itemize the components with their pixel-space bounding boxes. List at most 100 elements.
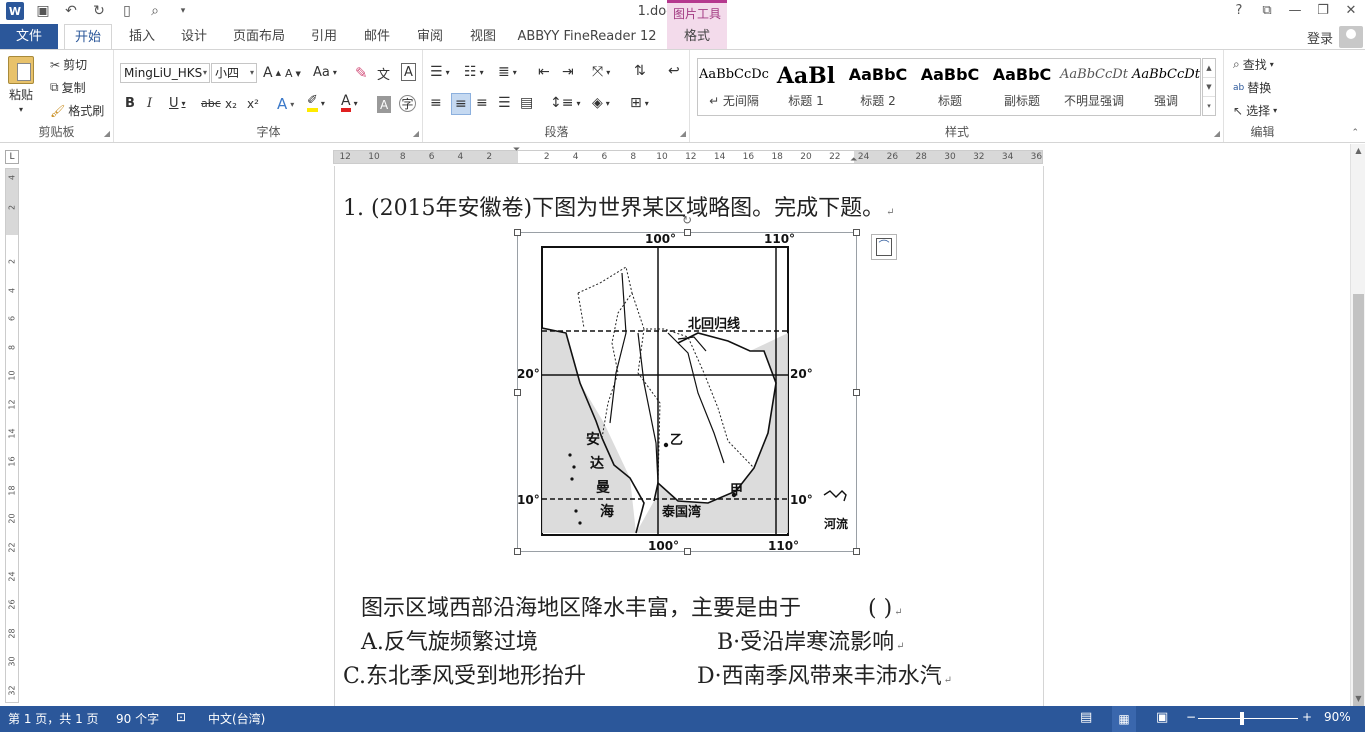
align-left-button[interactable]: ≡ — [430, 95, 442, 111]
shading-button[interactable]: ◈ ▾ — [592, 95, 610, 111]
page-count[interactable]: 第 1 页，共 1 页 — [8, 710, 99, 727]
show-marks-button[interactable]: ↩ — [668, 63, 680, 79]
format-painter-button[interactable]: 🖌 格式刷 — [50, 102, 104, 119]
close-button[interactable]: ✕ — [1337, 0, 1365, 24]
multilevel-list-button[interactable]: ≣ ▾ — [498, 64, 517, 80]
copy-button[interactable]: ⧉ 复制 — [50, 79, 86, 96]
restore-button[interactable]: ❐ — [1309, 0, 1337, 24]
distributed-button[interactable]: ▤ — [520, 95, 533, 111]
sort-button[interactable]: ⇅ — [634, 63, 646, 79]
tab-file[interactable]: 文件 — [0, 24, 58, 49]
align-right-button[interactable]: ≡ — [476, 95, 488, 111]
font-size-combo[interactable]: 小四 ▾ — [211, 63, 257, 83]
resize-handle-sw[interactable] — [514, 548, 521, 555]
vertical-ruler[interactable]: 4 2 2 4 6 8 10 12 14 16 18 20 22 24 26 28 30 32 — [5, 168, 19, 703]
justify-button[interactable]: ☰ — [498, 95, 511, 111]
tab-insert[interactable]: 插入 — [120, 24, 164, 49]
shrink-font-button[interactable]: A ▼ — [285, 67, 301, 80]
login-link[interactable]: 登录 — [1307, 28, 1333, 47]
zoom-level[interactable]: 90% — [1324, 710, 1351, 724]
document-page[interactable]: 1. (2015年安徽卷)下图为世界某区域略图。完成下题。 ↵ 100° 110… — [334, 166, 1044, 706]
option-d-line[interactable]: D·西南季风带来丰沛水汽 ↵ — [697, 658, 952, 690]
font-color-button[interactable]: A ▾ — [341, 94, 358, 112]
rotate-handle-icon[interactable]: ↻ — [682, 213, 692, 227]
subscript-button[interactable]: x₂ — [225, 97, 237, 111]
read-mode-icon[interactable]: ▤ — [1080, 710, 1092, 725]
chinese-layout-button[interactable]: ⤧ ▾ — [592, 64, 610, 80]
help-button[interactable]: ? — [1225, 0, 1253, 24]
tab-picture-format[interactable]: 格式 — [667, 24, 727, 49]
align-center-button[interactable]: ≡ — [451, 93, 471, 115]
redo-icon[interactable]: ↻ — [90, 3, 108, 19]
style-heading-1[interactable]: AaBl 标题 1 — [770, 59, 842, 115]
zoom-slider[interactable] — [1198, 718, 1298, 719]
avatar[interactable] — [1339, 26, 1363, 48]
zoom-slider-thumb[interactable] — [1240, 712, 1244, 725]
scroll-up-icon[interactable]: ▲ — [1351, 144, 1365, 158]
chevron-down-icon[interactable]: ▼ — [1203, 78, 1215, 97]
new-document-icon[interactable]: ▯ — [118, 3, 136, 19]
clear-formatting-button[interactable]: ✎ — [355, 64, 368, 82]
document-area[interactable]: 1. (2015年安徽卷)下图为世界某区域略图。完成下题。 ↵ 100° 110… — [24, 166, 1350, 706]
phonetic-guide-button[interactable]: 文 — [377, 64, 390, 83]
enclose-characters-button[interactable]: 字 — [399, 95, 416, 112]
italic-button[interactable]: I — [147, 96, 152, 111]
dialog-launcher-icon[interactable]: ◢ — [413, 129, 419, 138]
resize-handle-n[interactable] — [684, 229, 691, 236]
style-emphasis[interactable]: AaBbCcDt 强调 — [1130, 59, 1202, 115]
horizontal-ruler[interactable]: ⏷ ⏶ 12 10 8 6 4 2 2 4 6 8 10 12 14 16 18 20 22 24 26 28 30 32… — [333, 145, 1043, 165]
gallery-more-icon[interactable]: ▾ — [1203, 97, 1215, 115]
resize-handle-nw[interactable] — [514, 229, 521, 236]
dialog-launcher-icon[interactable]: ◢ — [1214, 129, 1220, 138]
select-button[interactable]: ↖ 选择 ▾ — [1233, 102, 1277, 119]
increase-indent-button[interactable]: ⇥ — [562, 64, 574, 80]
zoom-out-icon[interactable]: − — [1186, 710, 1196, 724]
map-picture[interactable]: 100° 110° 100° 110° 20° 20° 10° 10° 北回归线… — [514, 213, 860, 555]
tab-references[interactable]: 引用 — [302, 24, 346, 49]
styles-gallery-scroll[interactable]: ▲ ▼ ▾ — [1202, 58, 1216, 116]
tab-abbyy-finereader[interactable]: ABBYY FineReader 12 — [515, 24, 659, 49]
dialog-launcher-icon[interactable]: ◢ — [104, 129, 110, 138]
customize-qat-icon[interactable]: ▾ — [174, 6, 192, 16]
change-case-button[interactable]: Aa ▾ — [313, 65, 337, 80]
print-layout-icon[interactable]: ▦ — [1112, 706, 1136, 732]
dialog-launcher-icon[interactable]: ◢ — [680, 129, 686, 138]
text-effects-button[interactable]: A ▾ — [277, 95, 294, 113]
web-layout-icon[interactable]: ▣ — [1156, 710, 1168, 725]
word-count[interactable]: 90 个字 — [116, 710, 159, 727]
resize-handle-se[interactable] — [853, 548, 860, 555]
undo-icon[interactable]: ↶ — [62, 3, 80, 19]
tab-mailings[interactable]: 邮件 — [355, 24, 399, 49]
ribbon-display-button[interactable]: ⧉ — [1253, 0, 1281, 24]
style-title[interactable]: AaBbC 标题 — [914, 59, 986, 115]
vertical-scrollbar[interactable]: ▲ ▼ — [1350, 144, 1365, 706]
underline-button[interactable]: U ▾ — [169, 96, 186, 111]
replace-button[interactable]: ab 替换 — [1233, 79, 1271, 96]
language-indicator[interactable]: 中文(台湾) — [208, 710, 265, 727]
tab-view[interactable]: 视图 — [461, 24, 505, 49]
tab-selector[interactable]: L — [5, 150, 19, 164]
scroll-down-icon[interactable]: ▼ — [1351, 692, 1365, 706]
character-border-button[interactable]: A — [401, 63, 416, 81]
style-no-spacing[interactable]: AaBbCcDc ↵ 无间隔 — [698, 59, 770, 115]
question-line[interactable]: 1. (2015年安徽卷)下图为世界某区域略图。完成下题。 ↵ — [343, 190, 895, 222]
option-a-line[interactable]: A.反气旋频繁过境 — [361, 624, 538, 656]
numbering-button[interactable]: ☷ ▾ — [464, 64, 484, 80]
bold-button[interactable]: B — [125, 96, 135, 111]
scrollbar-thumb[interactable] — [1353, 294, 1364, 706]
highlight-button[interactable]: ✐ ▾ — [307, 94, 325, 112]
word-logo-icon[interactable]: W — [6, 2, 24, 20]
option-c-line[interactable]: C.东北季风受到地形抬升 — [343, 658, 586, 690]
zoom-in-icon[interactable]: + — [1302, 710, 1312, 724]
tab-design[interactable]: 设计 — [172, 24, 216, 49]
resize-handle-ne[interactable] — [853, 229, 860, 236]
stem-line[interactable]: 图示区域西部沿海地区降水丰富，主要是由于 ( ) ↵ — [361, 590, 903, 622]
option-b-line[interactable]: B·受沿岸寒流影响 ↵ — [717, 624, 905, 656]
chevron-up-icon[interactable]: ▲ — [1203, 59, 1215, 78]
find-button[interactable]: ⌕ 查找 ▾ — [1233, 56, 1274, 73]
font-name-combo[interactable]: MingLiU_HKS ▾ — [120, 63, 210, 83]
style-subtle-emphasis[interactable]: AaBbCcDt 不明显强调 — [1058, 59, 1130, 115]
tab-home[interactable]: 开始 — [64, 24, 112, 50]
paste-button[interactable]: 粘贴 ▾ — [8, 56, 34, 114]
character-shading-button[interactable]: A — [377, 96, 392, 113]
